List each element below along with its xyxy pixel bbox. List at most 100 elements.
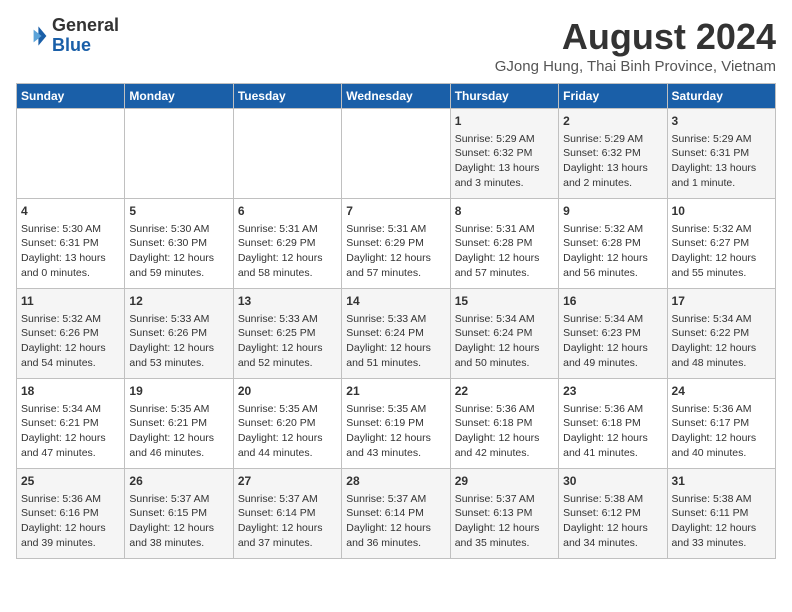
day-info: Sunrise: 5:34 AM Sunset: 6:21 PM Dayligh… [21,402,120,461]
day-info: Sunrise: 5:35 AM Sunset: 6:20 PM Dayligh… [238,402,337,461]
day-info: Sunrise: 5:33 AM Sunset: 6:24 PM Dayligh… [346,312,445,371]
day-info: Sunrise: 5:30 AM Sunset: 6:31 PM Dayligh… [21,222,120,281]
day-info: Sunrise: 5:37 AM Sunset: 6:15 PM Dayligh… [129,492,228,551]
calendar-cell: 20 Sunrise: 5:35 AM Sunset: 6:20 PM Dayli… [233,379,341,469]
calendar-cell: 2Sunrise: 5:29 AM Sunset: 6:32 PM Daylig… [559,109,667,199]
day-header-tuesday: Tuesday [233,84,341,109]
calendar-cell: 5 Sunrise: 5:30 AM Sunset: 6:30 PM Daylig… [125,199,233,289]
day-info: Sunrise: 5:37 AM Sunset: 6:14 PM Dayligh… [346,492,445,551]
day-number: 22 [455,383,554,400]
day-number: 16 [563,293,662,310]
day-info: Sunrise: 5:33 AM Sunset: 6:26 PM Dayligh… [129,312,228,371]
day-info: Sunrise: 5:36 AM Sunset: 6:18 PM Dayligh… [563,402,662,461]
day-number: 11 [21,293,120,310]
day-info: Sunrise: 5:34 AM Sunset: 6:23 PM Dayligh… [563,312,662,371]
calendar-cell: 17Sunrise: 5:34 AM Sunset: 6:22 PM Dayli… [667,289,775,379]
calendar-cell: 14Sunrise: 5:33 AM Sunset: 6:24 PM Dayli… [342,289,450,379]
day-number: 24 [672,383,771,400]
day-number: 26 [129,473,228,490]
day-number: 21 [346,383,445,400]
calendar-cell: 23 Sunrise: 5:36 AM Sunset: 6:18 PM Dayli… [559,379,667,469]
day-number: 15 [455,293,554,310]
day-number: 4 [21,203,120,220]
calendar-cell: 6Sunrise: 5:31 AM Sunset: 6:29 PM Daylig… [233,199,341,289]
day-number: 28 [346,473,445,490]
calendar-cell: 27 Sunrise: 5:37 AM Sunset: 6:14 PM Dayli… [233,469,341,559]
calendar-cell [342,109,450,199]
day-number: 12 [129,293,228,310]
day-header-sunday: Sunday [17,84,125,109]
day-info: Sunrise: 5:37 AM Sunset: 6:14 PM Dayligh… [238,492,337,551]
calendar-cell: 31 Sunrise: 5:38 AM Sunset: 6:11 PM Dayli… [667,469,775,559]
calendar-cell: 15 Sunrise: 5:34 AM Sunset: 6:24 PM Dayli… [450,289,558,379]
day-number: 27 [238,473,337,490]
calendar-cell [17,109,125,199]
day-number: 19 [129,383,228,400]
logo-text: General Blue [52,16,119,56]
calendar-cell: 18Sunrise: 5:34 AM Sunset: 6:21 PM Dayli… [17,379,125,469]
calendar-cell: 22Sunrise: 5:36 AM Sunset: 6:18 PM Dayli… [450,379,558,469]
day-number: 5 [129,203,228,220]
calendar-cell: 28 Sunrise: 5:37 AM Sunset: 6:14 PM Dayli… [342,469,450,559]
day-info: Sunrise: 5:33 AM Sunset: 6:25 PM Dayligh… [238,312,337,371]
day-number: 7 [346,203,445,220]
calendar-cell: 4 Sunrise: 5:30 AM Sunset: 6:31 PM Daylig… [17,199,125,289]
day-info: Sunrise: 5:38 AM Sunset: 6:11 PM Dayligh… [672,492,771,551]
calendar-cell: 21 Sunrise: 5:35 AM Sunset: 6:19 PM Dayli… [342,379,450,469]
day-info: Sunrise: 5:34 AM Sunset: 6:22 PM Dayligh… [672,312,771,371]
calendar-cell: 26 Sunrise: 5:37 AM Sunset: 6:15 PM Dayli… [125,469,233,559]
day-number: 20 [238,383,337,400]
day-info: Sunrise: 5:34 AM Sunset: 6:24 PM Dayligh… [455,312,554,371]
day-number: 6 [238,203,337,220]
day-info: Sunrise: 5:32 AM Sunset: 6:27 PM Dayligh… [672,222,771,281]
main-title: August 2024 [495,16,776,58]
calendar-cell: 25 Sunrise: 5:36 AM Sunset: 6:16 PM Dayli… [17,469,125,559]
logo-icon [16,20,48,52]
calendar-cell: 19Sunrise: 5:35 AM Sunset: 6:21 PM Dayli… [125,379,233,469]
day-info: Sunrise: 5:36 AM Sunset: 6:17 PM Dayligh… [672,402,771,461]
day-info: Sunrise: 5:31 AM Sunset: 6:29 PM Dayligh… [346,222,445,281]
calendar-cell [233,109,341,199]
calendar-cell: 13 Sunrise: 5:33 AM Sunset: 6:25 PM Dayli… [233,289,341,379]
calendar-cell [125,109,233,199]
day-info: Sunrise: 5:29 AM Sunset: 6:32 PM Dayligh… [455,132,554,191]
day-number: 31 [672,473,771,490]
day-info: Sunrise: 5:32 AM Sunset: 6:28 PM Dayligh… [563,222,662,281]
day-number: 25 [21,473,120,490]
logo-blue: Blue [52,36,119,56]
title-block: August 2024 GJong Hung, Thai Binh Provin… [495,16,776,75]
day-info: Sunrise: 5:31 AM Sunset: 6:28 PM Dayligh… [455,222,554,281]
day-info: Sunrise: 5:30 AM Sunset: 6:30 PM Dayligh… [129,222,228,281]
day-number: 29 [455,473,554,490]
day-info: Sunrise: 5:38 AM Sunset: 6:12 PM Dayligh… [563,492,662,551]
day-number: 23 [563,383,662,400]
calendar-cell: 29 Sunrise: 5:37 AM Sunset: 6:13 PM Dayli… [450,469,558,559]
calendar-cell: 7 Sunrise: 5:31 AM Sunset: 6:29 PM Daylig… [342,199,450,289]
day-number: 9 [563,203,662,220]
calendar-table: SundayMondayTuesdayWednesdayThursdayFrid… [16,83,776,559]
day-info: Sunrise: 5:35 AM Sunset: 6:19 PM Dayligh… [346,402,445,461]
day-info: Sunrise: 5:29 AM Sunset: 6:31 PM Dayligh… [672,132,771,191]
day-header-friday: Friday [559,84,667,109]
day-header-monday: Monday [125,84,233,109]
subtitle: GJong Hung, Thai Binh Province, Vietnam [495,58,776,75]
calendar-cell: 12 Sunrise: 5:33 AM Sunset: 6:26 PM Dayli… [125,289,233,379]
calendar-cell: 9 Sunrise: 5:32 AM Sunset: 6:28 PM Daylig… [559,199,667,289]
day-info: Sunrise: 5:37 AM Sunset: 6:13 PM Dayligh… [455,492,554,551]
day-info: Sunrise: 5:32 AM Sunset: 6:26 PM Dayligh… [21,312,120,371]
page-header: General Blue August 2024 GJong Hung, Tha… [16,16,776,75]
calendar-cell: 24 Sunrise: 5:36 AM Sunset: 6:17 PM Dayli… [667,379,775,469]
calendar-cell: 1Sunrise: 5:29 AM Sunset: 6:32 PM Daylig… [450,109,558,199]
day-number: 8 [455,203,554,220]
day-number: 2 [563,113,662,130]
day-number: 13 [238,293,337,310]
calendar-cell: 30Sunrise: 5:38 AM Sunset: 6:12 PM Dayli… [559,469,667,559]
calendar-cell: 8 Sunrise: 5:31 AM Sunset: 6:28 PM Daylig… [450,199,558,289]
day-number: 10 [672,203,771,220]
calendar-cell: 3 Sunrise: 5:29 AM Sunset: 6:31 PM Daylig… [667,109,775,199]
day-info: Sunrise: 5:36 AM Sunset: 6:16 PM Dayligh… [21,492,120,551]
logo-general: General [52,16,119,36]
day-number: 3 [672,113,771,130]
day-header-saturday: Saturday [667,84,775,109]
logo: General Blue [16,16,119,56]
